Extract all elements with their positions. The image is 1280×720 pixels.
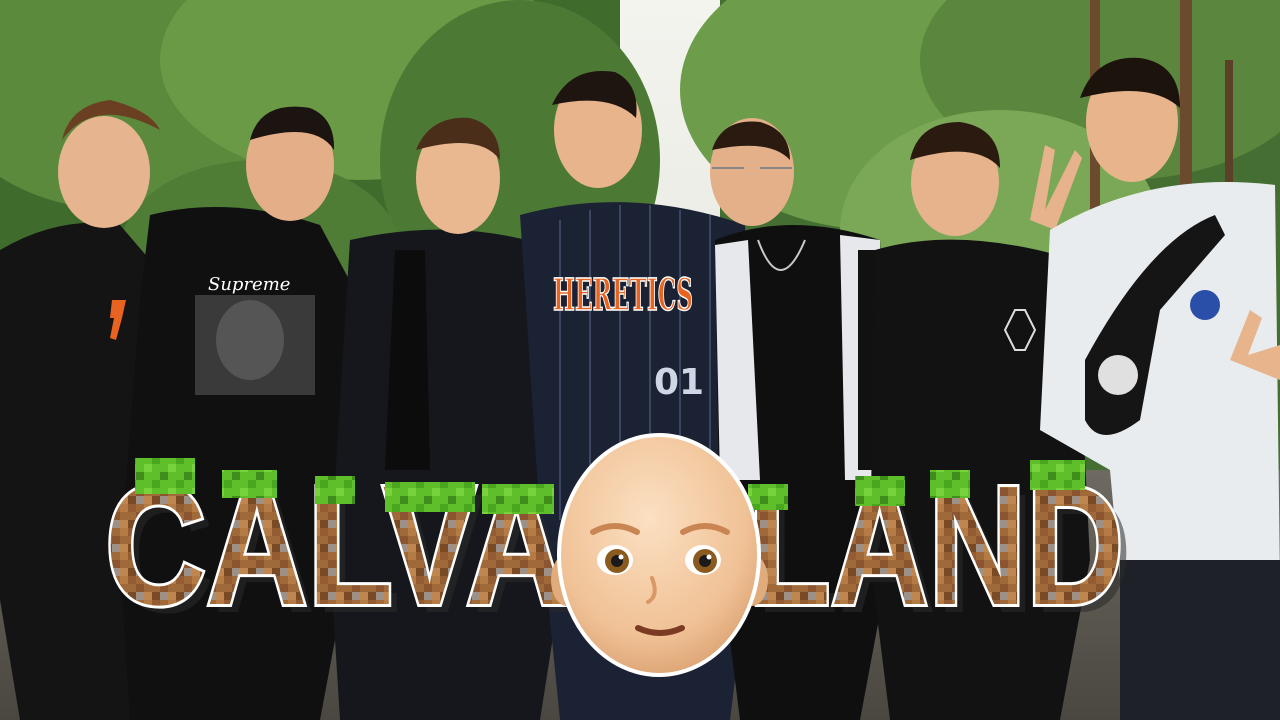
- title-group: CALVA CALVA LAND LAND: [102, 433, 1132, 677]
- thumbnail-scene: Supreme HERETICS 01 CALVA CALVA LAND LAN…: [0, 0, 1280, 720]
- jersey-number: 01: [654, 362, 704, 403]
- jersey-text: HERETICS: [553, 270, 693, 321]
- shirt-print-text: Supreme: [208, 274, 290, 295]
